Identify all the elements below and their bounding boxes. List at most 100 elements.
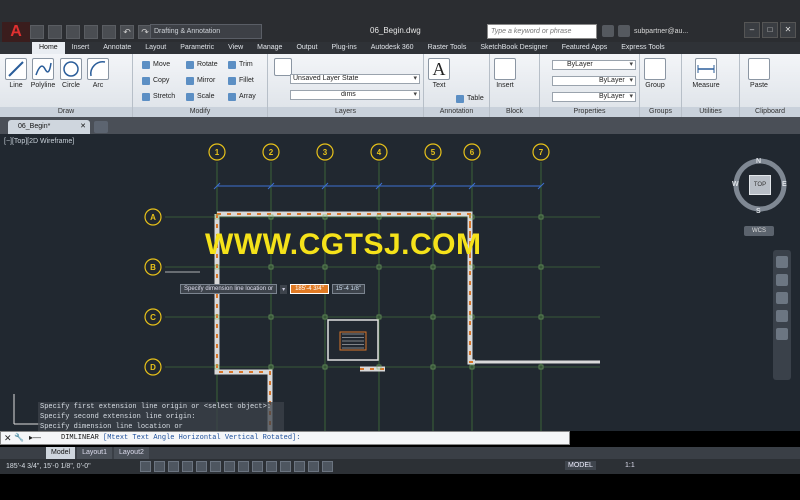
zoom-icon[interactable]	[776, 292, 788, 304]
scale-button[interactable]: Scale	[186, 92, 215, 102]
compass-north[interactable]: N	[756, 158, 761, 165]
new-icon[interactable]	[30, 25, 44, 39]
array-button[interactable]: Array	[228, 92, 256, 102]
ribbon-tab-featured-apps[interactable]: Featured Apps	[555, 42, 615, 54]
snap-icon[interactable]	[154, 461, 165, 472]
command-options[interactable]: [Mtext Text Angle Horizontal Vertical Ro…	[103, 434, 300, 442]
wrench-icon[interactable]: 🔧	[14, 433, 24, 442]
polar-icon[interactable]	[196, 461, 207, 472]
drawing-canvas[interactable]: 1 2 3 4 5 6 7 A B C D [−][Top][2D Wireframe] WWW.C…	[0, 134, 800, 431]
draw-panel-label[interactable]: Draw	[0, 107, 132, 117]
maximize-button[interactable]: □	[762, 22, 778, 38]
ribbon-tab-parametric[interactable]: Parametric	[173, 42, 221, 54]
dyn-icon[interactable]	[266, 461, 277, 472]
binoculars-icon[interactable]	[602, 25, 614, 37]
undo-icon[interactable]: ↶	[120, 25, 134, 39]
group-tool[interactable]: Group	[642, 58, 668, 89]
table-button[interactable]: Table	[456, 94, 484, 104]
workspace-dropdown[interactable]: Drafting & Annotation	[150, 24, 262, 39]
ortho-icon[interactable]	[182, 461, 193, 472]
rotate-button[interactable]: Rotate	[186, 60, 218, 70]
ribbon-tab-output[interactable]: Output	[289, 42, 324, 54]
lineweight-icon[interactable]	[280, 461, 291, 472]
ribbon-tab-sketchbook-designer[interactable]: SketchBook Designer	[473, 42, 554, 54]
ribbon-tab-view[interactable]: View	[221, 42, 250, 54]
linetype-dropdown[interactable]: ByLayer	[552, 76, 636, 86]
coordinate-display[interactable]: 185'-4 3/4", 15'-0 1/8", 0'-0"	[0, 463, 140, 470]
cube-top-face[interactable]: TOP	[749, 175, 771, 195]
line-tool[interactable]: Line	[3, 58, 29, 89]
plot-icon[interactable]	[102, 25, 116, 39]
ribbon-tab-raster-tools[interactable]: Raster Tools	[421, 42, 474, 54]
dimension-angle-input[interactable]: 15'-4 1/8"	[331, 284, 366, 294]
compass-west[interactable]: W	[732, 181, 739, 188]
groups-panel-label[interactable]: Groups	[640, 107, 681, 117]
mirror-button[interactable]: Mirror	[186, 76, 215, 86]
viewcube[interactable]: N S E W TOP	[732, 138, 792, 218]
3d-osnap-icon[interactable]	[224, 461, 235, 472]
application-menu-button[interactable]: A	[2, 22, 30, 42]
model-space-button[interactable]: MODEL	[565, 461, 596, 470]
osnap-icon[interactable]	[210, 461, 221, 472]
selection-cycling-icon[interactable]	[322, 461, 333, 472]
layout-tab-layout1[interactable]: Layout1	[77, 447, 112, 459]
color-dropdown[interactable]: ByLayer	[552, 60, 636, 70]
pan-icon[interactable]	[776, 274, 788, 286]
open-icon[interactable]	[48, 25, 62, 39]
move-button[interactable]: Move	[142, 60, 170, 70]
annotation-panel-label[interactable]: Annotation	[424, 107, 489, 117]
stretch-button[interactable]: Stretch	[142, 92, 175, 102]
layer-state-dropdown[interactable]: Unsaved Layer State	[290, 74, 420, 84]
circle-tool[interactable]: Circle	[58, 58, 84, 89]
otrack-icon[interactable]	[238, 461, 249, 472]
grid-icon[interactable]	[168, 461, 179, 472]
copy-button[interactable]: Copy	[142, 76, 169, 86]
new-tab-button[interactable]	[94, 121, 108, 133]
command-input[interactable]: DIMLINEAR [Mtext Text Angle Horizontal V…	[61, 434, 300, 442]
insert-tool[interactable]: Insert	[492, 58, 518, 89]
annotation-scale[interactable]: 1:1	[625, 462, 635, 469]
close-button[interactable]: ✕	[780, 22, 796, 38]
ribbon-tab-layout[interactable]: Layout	[138, 42, 173, 54]
modify-panel-label[interactable]: Modify	[133, 107, 267, 117]
save-icon[interactable]	[66, 25, 80, 39]
close-icon[interactable]: ✕	[4, 433, 12, 444]
wcs-menu[interactable]: WCS	[744, 226, 774, 236]
minimize-button[interactable]: –	[744, 22, 760, 38]
compass-east[interactable]: E	[782, 181, 787, 188]
viewport-controls[interactable]: [−][Top][2D Wireframe]	[4, 138, 74, 145]
polyline-tool[interactable]: Polyline	[30, 58, 56, 89]
measure-tool[interactable]: Measure	[688, 58, 724, 89]
user-icon[interactable]	[618, 25, 630, 37]
dimension-value-input[interactable]: 185'-4 3/4"	[290, 284, 329, 294]
ribbon-tab-annotate[interactable]: Annotate	[96, 42, 138, 54]
text-tool[interactable]: A Text	[426, 58, 452, 89]
clipboard-panel-label[interactable]: Clipboard	[740, 107, 800, 117]
close-icon[interactable]: ✕	[80, 120, 86, 134]
arc-tool[interactable]: Arc	[85, 58, 111, 89]
command-line[interactable]: ✕ 🔧 ▸— DIMLINEAR [Mtext Text Angle Horiz…	[0, 431, 570, 445]
ribbon-tab-insert[interactable]: Insert	[65, 42, 97, 54]
lineweight-dropdown[interactable]: ByLayer	[552, 92, 636, 102]
ribbon-tab-home[interactable]: Home	[32, 42, 65, 54]
layout-tab-model[interactable]: Model	[46, 447, 76, 459]
document-tab[interactable]: 06_Begin* ✕	[8, 120, 90, 134]
ribbon-tab-manage[interactable]: Manage	[250, 42, 289, 54]
orbit-icon[interactable]	[776, 310, 788, 322]
save-as-icon[interactable]	[84, 25, 98, 39]
properties-panel-label[interactable]: Properties	[540, 107, 639, 117]
showmotion-icon[interactable]	[776, 328, 788, 340]
search-input[interactable]: Type a keyword or phrase	[487, 24, 597, 39]
user-name[interactable]: subpartner@au...	[634, 28, 688, 35]
block-panel-label[interactable]: Block	[490, 107, 539, 117]
ribbon-tab-autodesk-360[interactable]: Autodesk 360	[364, 42, 421, 54]
paste-tool[interactable]: Paste	[746, 58, 772, 89]
ducs-icon[interactable]	[252, 461, 263, 472]
steering-wheel-icon[interactable]	[776, 256, 788, 268]
ribbon-tab-plug-ins[interactable]: Plug-ins	[324, 42, 363, 54]
trim-button[interactable]: Trim	[228, 60, 253, 70]
ribbon-tab-express-tools[interactable]: Express Tools	[614, 42, 671, 54]
layer-dropdown[interactable]: dims	[290, 90, 420, 100]
quick-properties-icon[interactable]	[308, 461, 319, 472]
dropdown-arrow-icon[interactable]: ▾	[280, 284, 288, 294]
